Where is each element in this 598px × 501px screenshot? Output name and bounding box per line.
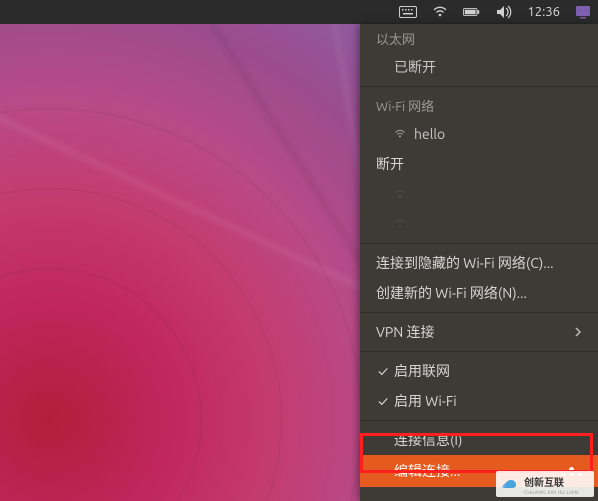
watermark: 创新互联 CHUANG XIN HU LIAN xyxy=(496,471,594,497)
volume-icon[interactable] xyxy=(495,3,513,21)
top-menu-bar: 12:36 xyxy=(0,0,598,24)
separator xyxy=(360,420,598,421)
connect-hidden-wifi[interactable]: 连接到隐藏的 Wi-Fi 网络(C)... xyxy=(360,248,598,278)
wifi-ghost-1 xyxy=(360,179,598,209)
wifi-network-hello[interactable]: hello xyxy=(360,119,598,149)
vpn-submenu[interactable]: VPN 连接 xyxy=(360,317,598,347)
separator xyxy=(360,312,598,313)
battery-icon[interactable] xyxy=(463,3,481,21)
separator xyxy=(360,86,598,87)
wifi-ssid-label: hello xyxy=(414,126,445,142)
ethernet-disconnected: 已断开 xyxy=(360,52,598,82)
separator xyxy=(360,243,598,244)
wifi-header: Wi-Fi 网络 xyxy=(360,91,598,119)
chevron-right-icon xyxy=(574,324,582,340)
network-indicator-menu: 以太网 已断开 Wi-Fi 网络 hello 断开 连接到隐藏的 Wi-Fi 网… xyxy=(360,24,598,501)
ethernet-header: 以太网 xyxy=(360,24,598,52)
watermark-brand: 创新互联 xyxy=(524,474,578,489)
create-new-wifi[interactable]: 创建新的 Wi-Fi 网络(N)... xyxy=(360,278,598,308)
clock[interactable]: 12:36 xyxy=(527,5,560,19)
watermark-sub: CHUANG XIN HU LIAN xyxy=(524,489,578,495)
shutdown-icon[interactable] xyxy=(574,3,592,21)
enable-wifi-toggle[interactable]: ✓启用 Wi-Fi xyxy=(360,386,598,416)
wifi-signal-icon xyxy=(394,188,406,200)
wifi-disconnect[interactable]: 断开 xyxy=(360,149,598,179)
wifi-signal-icon xyxy=(394,128,406,140)
check-icon: ✓ xyxy=(376,363,390,379)
check-icon: ✓ xyxy=(376,393,390,409)
connection-info[interactable]: 连接信息(I) xyxy=(360,425,598,455)
separator xyxy=(360,351,598,352)
wifi-ghost-2 xyxy=(360,209,598,239)
keyboard-icon[interactable] xyxy=(399,3,417,21)
network-icon[interactable] xyxy=(431,3,449,21)
watermark-logo-icon xyxy=(500,474,520,494)
enable-networking-toggle[interactable]: ✓启用联网 xyxy=(360,356,598,386)
wifi-signal-icon xyxy=(394,218,406,230)
